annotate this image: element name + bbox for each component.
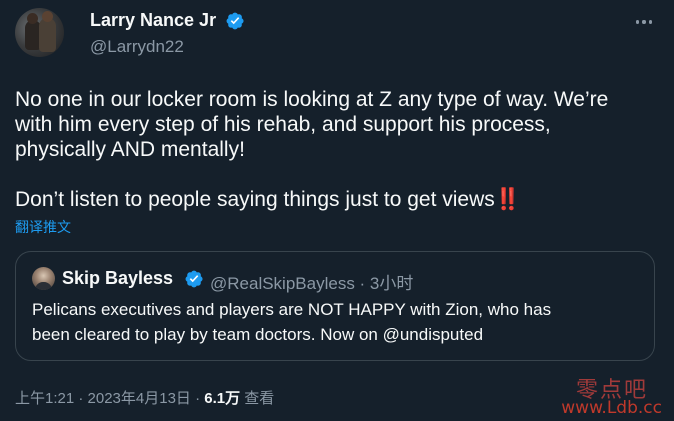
quoted-tweet-text: Pelicans executives and players are NOT …: [32, 297, 642, 347]
more-horizontal-icon: [635, 20, 640, 24]
views-label: 查看: [240, 390, 275, 407]
quoted-author-name: Skip Bayless: [62, 268, 174, 288]
author-name[interactable]: Larry Nance Jr: [90, 10, 216, 31]
avatar-figure: [39, 18, 56, 52]
watermark-url: www.Ldb.cc: [561, 398, 662, 418]
tweet-line: with him every step of his rehab, and su…: [15, 113, 551, 136]
verified-badge-icon: [226, 12, 244, 30]
tweet-line: Don’t listen to people saying things jus…: [15, 187, 660, 212]
tweet-timestamp[interactable]: 上午1:21 · 2023年4月13日 ·: [15, 390, 204, 407]
quoted-tweet-line: Pelicans executives and players are NOT …: [32, 300, 552, 319]
more-horizontal-icon: [648, 20, 653, 24]
quoted-author-handle-time: @RealSkipBayless · 3小时: [210, 274, 414, 293]
tweet-line-text: Don’t listen to people saying things jus…: [15, 188, 495, 211]
tweet: Larry Nance Jr @Larrydn22 No one in our …: [0, 0, 674, 421]
tweet-line: No one in our locker room is looking at …: [15, 88, 609, 111]
avatar-figure: [27, 13, 38, 24]
double-exclamation-emoji: ‼️: [494, 188, 521, 211]
tweet-line: physically AND mentally!: [15, 138, 245, 161]
translate-tweet-link[interactable]: 翻译推文: [15, 217, 71, 237]
site-watermark: 零点吧 www.Ldb.cc: [550, 370, 670, 420]
quoted-tweet[interactable]: Skip Bayless @RealSkipBayless · 3小时 Peli…: [15, 251, 655, 361]
author-handle[interactable]: @Larrydn22: [90, 37, 184, 57]
verified-badge-icon: [185, 270, 203, 288]
quoted-author-avatar: [32, 267, 55, 290]
author-avatar[interactable]: [15, 8, 64, 57]
more-options-button[interactable]: [630, 8, 658, 36]
more-horizontal-icon: [642, 20, 646, 24]
avatar-figure: [35, 282, 52, 290]
views-count: 6.1万: [204, 390, 241, 407]
tweet-meta: 上午1:21 · 2023年4月13日 · 6.1万 查看: [15, 387, 274, 408]
avatar-figure: [42, 11, 53, 22]
quoted-tweet-line: been cleared to play by team doctors. No…: [32, 325, 484, 344]
tweet-text: No one in our locker room is looking at …: [15, 87, 660, 212]
